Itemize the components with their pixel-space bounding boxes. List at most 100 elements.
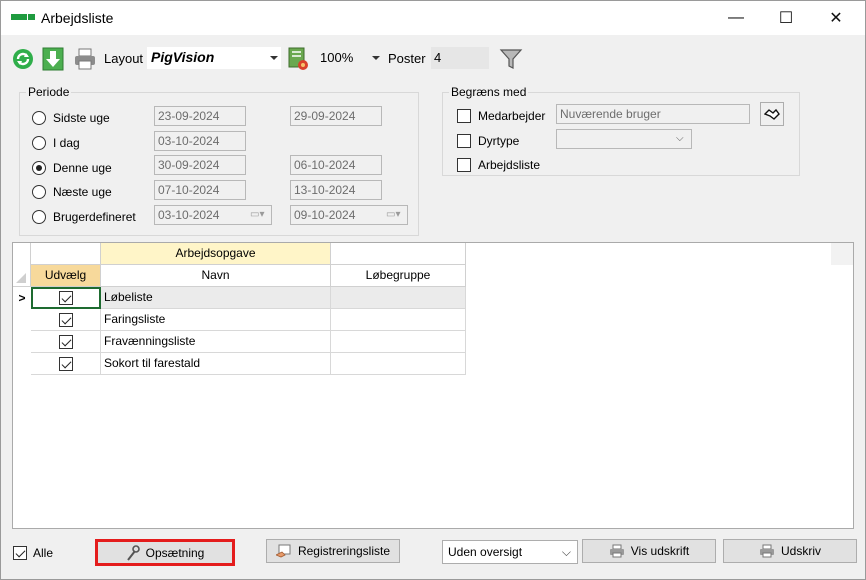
date-from-naeste-uge[interactable]: 07-10-2024	[154, 180, 246, 200]
radio-button[interactable]	[32, 111, 46, 125]
radio-label: Næste uge	[53, 185, 112, 199]
calendar-dropdown-icon[interactable]: ▭▾	[386, 209, 404, 221]
check-arbejdsliste[interactable]: Arbejdsliste	[457, 156, 540, 174]
date-value: 09-10-2024	[294, 208, 356, 222]
chevron-down-icon	[270, 56, 278, 60]
radio-label: I dag	[53, 136, 80, 150]
row-checkbox[interactable]	[59, 291, 73, 305]
date-to-denne-uge[interactable]: 06-10-2024	[290, 155, 382, 175]
print-icon[interactable]	[73, 47, 97, 71]
radio-button[interactable]	[32, 136, 46, 150]
layout-settings-icon[interactable]	[286, 47, 310, 71]
date-from-brugerdefineret[interactable]: 03-10-2024 ▭▾	[154, 205, 272, 225]
band-empty-right	[331, 243, 466, 265]
checkbox[interactable]	[457, 158, 471, 172]
row-lobegruppe[interactable]	[331, 287, 466, 309]
layout-select-value: PigVision	[151, 49, 215, 65]
download-arrow-icon[interactable]	[41, 47, 65, 71]
radio-naeste-uge[interactable]: Næste uge	[32, 183, 112, 201]
radio-brugerdefineret[interactable]: Brugerdefineret	[32, 208, 136, 226]
check-dyrtype[interactable]: Dyrtype	[457, 132, 519, 150]
close-button[interactable]: ✕	[813, 1, 859, 35]
row-navn[interactable]: Faringsliste	[101, 309, 331, 331]
row-select-cell[interactable]	[31, 353, 101, 375]
wrench-icon	[126, 544, 140, 561]
registreringsliste-label: Registreringsliste	[297, 544, 391, 558]
begraens-group: Begræns med Medarbejder Nuværende bruger…	[442, 85, 800, 176]
radio-i-dag[interactable]: I dag	[32, 134, 80, 152]
alle-checkbox-row[interactable]: Alle	[13, 544, 53, 562]
opsaetning-button[interactable]: Opsætning	[95, 539, 235, 566]
zoom-select[interactable]: 100%	[317, 47, 383, 69]
begraens-title: Begræns med	[449, 85, 529, 99]
poster-label: Poster	[388, 51, 426, 66]
col-header-navn[interactable]: Navn	[101, 265, 331, 287]
row-navn[interactable]: Løbeliste	[101, 287, 331, 309]
date-from-sidste-uge[interactable]: 23-09-2024	[154, 106, 246, 126]
udskriv-button[interactable]: Udskriv	[723, 539, 857, 563]
app-logo-icon	[11, 14, 35, 20]
radio-button-selected[interactable]	[32, 161, 46, 175]
hand-list-icon	[275, 544, 291, 558]
udskriv-label: Udskriv	[780, 544, 821, 558]
print-preview-icon	[609, 544, 624, 558]
row-select-cell[interactable]	[31, 331, 101, 353]
col-header-udvaelg[interactable]: Udvælg	[31, 265, 101, 287]
row-checkbox[interactable]	[58, 334, 73, 349]
vis-udskrift-button[interactable]: Vis udskrift	[582, 539, 716, 563]
alle-label: Alle	[33, 546, 54, 560]
filter-funnel-icon[interactable]	[499, 47, 523, 71]
checkbox[interactable]	[457, 134, 471, 148]
date-to-naeste-uge[interactable]: 13-10-2024	[290, 180, 382, 200]
date-i-dag[interactable]: 03-10-2024	[154, 131, 246, 151]
row-lobegruppe[interactable]	[331, 309, 466, 331]
minimize-button[interactable]: —	[713, 1, 759, 35]
maximize-button[interactable]: ☐	[763, 1, 809, 35]
radio-button[interactable]	[32, 185, 46, 199]
arbejdsliste-window: Arbejdsliste — ☐ ✕ Layout PigVision 100%…	[0, 0, 866, 580]
opsaetning-label: Opsætning	[145, 545, 205, 560]
oversigt-value: Uden oversigt	[448, 545, 523, 559]
alle-checkbox[interactable]	[13, 546, 27, 560]
date-from-denne-uge[interactable]: 30-09-2024	[154, 155, 246, 175]
date-to-brugerdefineret[interactable]: 09-10-2024 ▭▾	[290, 205, 408, 225]
row-navn[interactable]: Fravænningsliste	[101, 331, 331, 353]
row-lobegruppe[interactable]	[331, 331, 466, 353]
calendar-dropdown-icon[interactable]: ▭▾	[250, 209, 268, 221]
radio-denne-uge[interactable]: Denne uge	[32, 159, 112, 177]
date-to-sidste-uge[interactable]: 29-09-2024	[290, 106, 382, 126]
chevron-down-icon	[372, 56, 380, 60]
radio-label: Denne uge	[53, 161, 112, 175]
oversigt-select[interactable]: Uden oversigt ⌵	[442, 540, 578, 564]
medarbejder-field[interactable]: Nuværende bruger	[556, 104, 750, 124]
row-navn[interactable]: Sokort til farestald	[101, 353, 331, 375]
chevron-down-icon: ⌵	[676, 133, 684, 144]
registreringsliste-button[interactable]: Registreringsliste	[266, 539, 400, 563]
refresh-icon[interactable]	[11, 47, 35, 71]
check-medarbejder[interactable]: Medarbejder	[457, 107, 545, 125]
vis-udskrift-label: Vis udskrift	[630, 544, 690, 558]
poster-count: 4	[431, 47, 489, 69]
window-title: Arbejdsliste	[41, 10, 114, 26]
row-lobegruppe[interactable]	[331, 353, 466, 375]
periode-group: Periode Sidste uge 23-09-2024 29-09-2024…	[19, 85, 419, 236]
periode-title: Periode	[26, 85, 72, 99]
radio-label: Brugerdefineret	[53, 210, 136, 224]
grid-corner	[13, 243, 31, 287]
radio-button[interactable]	[32, 210, 46, 224]
row-checkbox[interactable]	[58, 356, 73, 371]
chevron-down-icon: ⌵	[561, 545, 571, 559]
dyrtype-select[interactable]: ⌵	[556, 129, 692, 149]
row-select-cell[interactable]	[31, 309, 101, 331]
band-empty	[31, 243, 101, 265]
layout-select[interactable]: PigVision	[147, 47, 281, 69]
row-checkbox[interactable]	[58, 312, 73, 327]
radio-label: Sidste uge	[53, 111, 110, 125]
select-user-button[interactable]	[760, 102, 784, 126]
row-indicator: >	[18, 291, 26, 305]
checkbox-label: Arbejdsliste	[478, 158, 541, 172]
checkbox[interactable]	[457, 109, 471, 123]
row-select-cell[interactable]	[31, 287, 101, 309]
col-header-lobegruppe[interactable]: Løbegruppe	[331, 265, 466, 287]
radio-sidste-uge[interactable]: Sidste uge	[32, 109, 110, 127]
